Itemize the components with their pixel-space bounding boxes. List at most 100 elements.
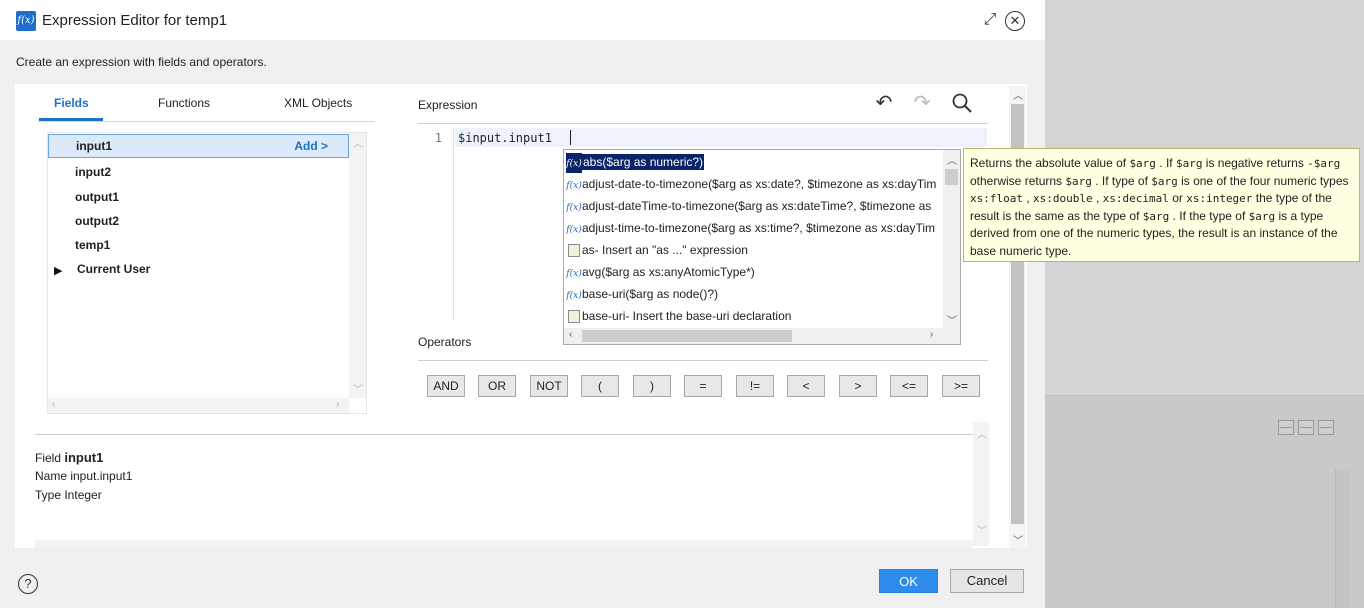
tabs-divider: [39, 121, 375, 122]
operators-label: Operators: [418, 335, 472, 349]
layout-icon[interactable]: [1318, 420, 1334, 435]
expression-label: Expression: [418, 98, 478, 112]
autocomplete-popup: f(x)abs($arg as numeric?) f(x)adjust-dat…: [563, 149, 961, 345]
autocomplete-item-text: adjust-dateTime-to-timezone($arg as xs:d…: [582, 199, 932, 213]
magnifier-glyph: [952, 93, 972, 113]
autocomplete-item[interactable]: ·as- Insert an "as ..." expression: [566, 239, 944, 261]
scroll-up-icon[interactable]: ︿: [977, 426, 987, 441]
autocomplete-item-text: base-uri- Insert the base-uri declaratio…: [582, 309, 792, 323]
function-icon: f(x): [566, 225, 582, 235]
scroll-down-icon[interactable]: ﹀: [977, 522, 987, 537]
field-item-output1[interactable]: output1: [48, 185, 349, 209]
detail-field-value: input1: [64, 450, 104, 465]
operator-or-button[interactable]: OR: [478, 375, 516, 397]
operator-close-paren-button[interactable]: ): [633, 375, 671, 397]
snippet-icon: ·: [568, 244, 580, 257]
operator-not-button[interactable]: NOT: [530, 375, 568, 397]
scrollbar-thumb[interactable]: [582, 330, 792, 342]
autocomplete-item-text: base-uri($arg as node()?): [582, 287, 719, 301]
redo-icon[interactable]: ↷: [910, 92, 934, 114]
field-item-current-user[interactable]: Current User: [48, 257, 349, 281]
autocomplete-item-text: as- Insert an "as ..." expression: [582, 243, 748, 257]
tooltip-text: . If type of: [1091, 173, 1152, 188]
tooltip-text: is negative returns: [1202, 156, 1308, 170]
scroll-up-icon[interactable]: ︿: [353, 135, 363, 150]
scroll-up-icon[interactable]: ︿: [947, 152, 957, 167]
tooltip-text: or: [1168, 191, 1187, 205]
tooltip-code: $arg: [1065, 174, 1092, 188]
text-caret: [570, 130, 571, 145]
tooltip-code: -$arg: [1307, 157, 1341, 170]
operator-less-than-button[interactable]: <: [787, 375, 825, 397]
expand-icon[interactable]: ⤢: [980, 10, 1000, 30]
tooltip-code: $arg: [1175, 157, 1203, 170]
operator-and-button[interactable]: AND: [427, 375, 465, 397]
scroll-left-icon[interactable]: ‹: [569, 329, 572, 340]
detail-type: Type Integer: [35, 488, 102, 502]
scroll-right-icon[interactable]: ›: [336, 399, 339, 410]
autocomplete-horizontal-scrollbar[interactable]: ‹ ›: [564, 328, 960, 344]
expression-divider: [418, 123, 988, 124]
operator-open-paren-button[interactable]: (: [581, 375, 619, 397]
field-item-input2[interactable]: input2: [48, 160, 349, 184]
detail-field-key: Field: [35, 451, 62, 465]
line-gutter: [418, 128, 454, 320]
field-item-input1[interactable]: input1 Add >: [48, 134, 349, 158]
scroll-left-icon[interactable]: ‹: [52, 399, 55, 410]
function-icon: f(x): [566, 181, 582, 191]
detail-name: Name input.input1: [35, 469, 133, 483]
autocomplete-item[interactable]: f(x)avg($arg as xs:anyAtomicType*): [566, 261, 944, 283]
search-icon[interactable]: [950, 92, 974, 114]
function-icon: f(x): [566, 291, 582, 301]
tooltip-text: ,: [1092, 191, 1103, 205]
scroll-down-icon[interactable]: ﹀: [353, 381, 363, 396]
autocomplete-item-text: abs($arg as numeric?): [582, 154, 705, 170]
operator-greater-than-button[interactable]: >: [839, 375, 877, 397]
tab-xml-objects[interactable]: XML Objects: [284, 96, 352, 110]
scrollbar-thumb[interactable]: [945, 169, 958, 185]
operators-divider: [418, 360, 988, 361]
function-icon: f(x): [566, 203, 582, 213]
operator-equals-button[interactable]: =: [684, 375, 722, 397]
tooltip-text: . If the type of: [1169, 208, 1249, 223]
scroll-down-icon[interactable]: ﹀: [947, 312, 957, 327]
autocomplete-item-text: adjust-time-to-timezone($arg as xs:time?…: [582, 221, 936, 235]
add-field-link[interactable]: Add >: [294, 135, 328, 157]
autocomplete-vertical-scrollbar[interactable]: ︿ ﹀: [943, 150, 960, 328]
autocomplete-item[interactable]: ·base-uri- Insert the base-uri declarati…: [566, 305, 944, 327]
autocomplete-item[interactable]: f(x)base-uri($arg as node()?): [566, 283, 944, 305]
field-label: input1: [76, 139, 112, 153]
expression-code[interactable]: $input.input1: [458, 131, 552, 145]
fields-horizontal-scrollbar[interactable]: ‹ ›: [48, 398, 349, 413]
cancel-button[interactable]: Cancel: [950, 569, 1024, 593]
scroll-right-icon[interactable]: ›: [930, 329, 933, 340]
operator-not-equals-button[interactable]: !=: [736, 375, 774, 397]
fx-icon: f(x): [16, 11, 36, 31]
autocomplete-item[interactable]: f(x)adjust-dateTime-to-timezone($arg as …: [566, 195, 944, 217]
scroll-up-icon[interactable]: ︿: [1013, 87, 1023, 102]
tab-functions[interactable]: Functions: [158, 96, 210, 110]
background-panel: [1045, 395, 1364, 608]
ok-button[interactable]: OK: [879, 569, 938, 593]
scroll-down-icon[interactable]: ﹀: [1013, 532, 1023, 547]
details-vertical-scrollbar[interactable]: ︿ ﹀: [973, 422, 989, 546]
tab-fields[interactable]: Fields: [54, 96, 89, 110]
operator-greater-equal-button[interactable]: >=: [942, 375, 980, 397]
dialog-title: Expression Editor for temp1: [42, 12, 228, 29]
fields-vertical-scrollbar[interactable]: ︿ ﹀: [349, 133, 366, 398]
layout-icon[interactable]: [1278, 420, 1294, 435]
help-icon[interactable]: ?: [18, 574, 38, 594]
layout-icon[interactable]: [1298, 420, 1314, 435]
close-icon[interactable]: ✕: [1005, 11, 1025, 31]
undo-icon[interactable]: ↶: [872, 92, 896, 114]
autocomplete-item[interactable]: f(x)abs($arg as numeric?): [566, 151, 944, 173]
field-item-output2[interactable]: output2: [48, 209, 349, 233]
field-item-temp1[interactable]: temp1: [48, 233, 349, 257]
details-horizontal-scrollbar[interactable]: [35, 540, 973, 548]
autocomplete-item[interactable]: f(x)adjust-time-to-timezone($arg as xs:t…: [566, 217, 944, 239]
operator-less-equal-button[interactable]: <=: [890, 375, 928, 397]
snippet-icon: ·: [568, 310, 580, 323]
autocomplete-item[interactable]: f(x)adjust-date-to-timezone($arg as xs:d…: [566, 173, 944, 195]
background-scrollbar[interactable]: [1335, 470, 1349, 608]
function-description-tooltip: Returns the absolute value of $arg . If …: [963, 148, 1360, 262]
